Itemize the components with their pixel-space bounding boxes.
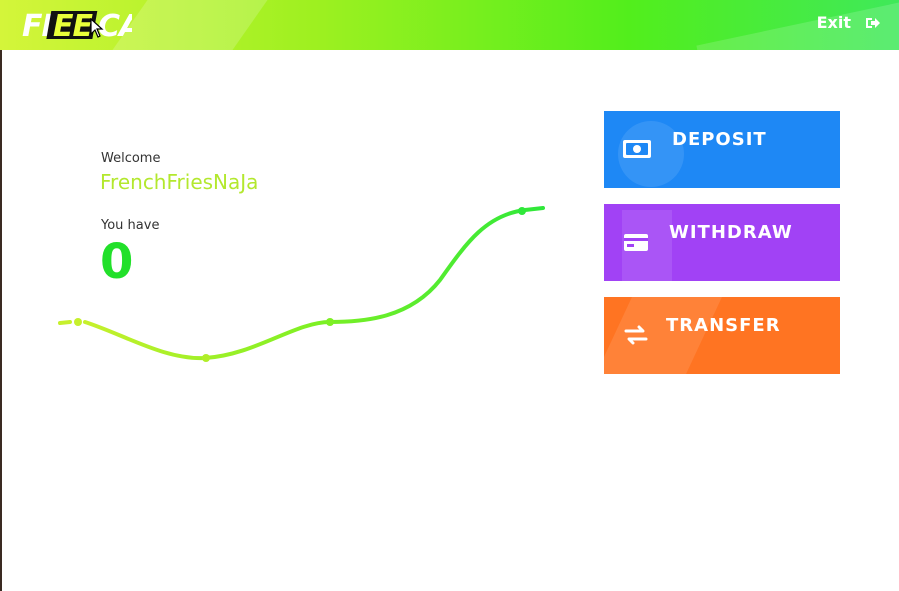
withdraw-button[interactable]: WITHDRAW <box>604 204 840 281</box>
transfer-label: TRANSFER <box>666 315 781 336</box>
deposit-label: DEPOSIT <box>672 129 767 150</box>
deposit-button[interactable]: DEPOSIT <box>604 111 840 188</box>
decorative-wave-line <box>58 206 545 362</box>
exit-button[interactable]: Exit <box>817 13 881 32</box>
mouse-cursor-icon <box>90 18 104 38</box>
svg-text:EE: EE <box>53 9 93 43</box>
card-icon <box>624 234 648 251</box>
fleeca-logo: FL EE CA <box>22 7 142 44</box>
username: FrenchFriesNaJa <box>100 170 259 194</box>
exit-icon <box>866 17 880 28</box>
transfer-icon <box>624 325 648 345</box>
cash-icon <box>623 140 651 158</box>
welcome-label: Welcome <box>101 151 161 166</box>
transfer-button[interactable]: TRANSFER <box>604 297 840 374</box>
fleeca-logo-mark: FL EE CA <box>22 9 142 44</box>
exit-label: Exit <box>816 13 851 32</box>
withdraw-label: WITHDRAW <box>669 222 793 243</box>
header-bar: FL EE CA Exit <box>0 0 899 50</box>
window-border <box>0 0 2 591</box>
